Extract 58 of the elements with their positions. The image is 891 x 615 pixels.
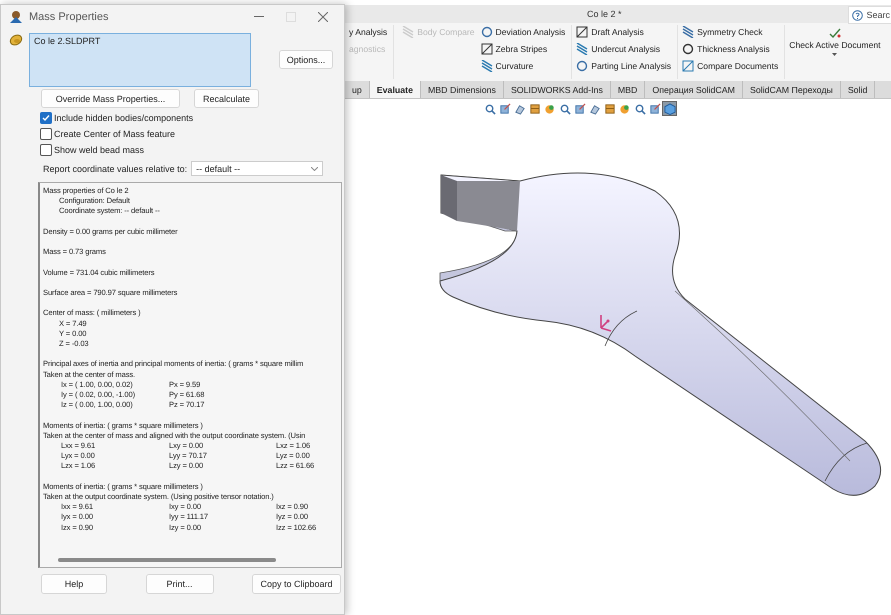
app-icon <box>9 10 23 24</box>
view-toolbar-icon[interactable] <box>648 102 661 115</box>
ribbon-item[interactable]: Deviation Analysis <box>480 25 566 39</box>
dropdown-caret-icon[interactable] <box>832 53 838 56</box>
ribbon-icon <box>480 26 493 38</box>
ribbon-item[interactable]: Thickness Analysis <box>682 42 778 56</box>
ribbon-icon <box>480 43 493 55</box>
checkbox-label: Show weld bead mass <box>54 145 144 155</box>
checkbox-label: Create Center of Mass feature <box>54 129 176 139</box>
selection-list[interactable]: Co le 2.SLDPRT <box>29 33 251 87</box>
ribbon-item[interactable]: Parting Line Analysis <box>576 59 672 73</box>
ribbon-item[interactable]: Curvature <box>480 59 566 73</box>
copy-button[interactable]: Copy to Clipboard <box>252 574 341 594</box>
recalculate-button[interactable]: Recalculate <box>194 89 259 108</box>
check-icon <box>828 28 841 38</box>
ribbon-item[interactable]: Zebra Stripes <box>480 42 566 56</box>
view-toolbar-icon[interactable] <box>663 102 676 115</box>
coordinate-label: Report coordinate values relative to: <box>43 164 188 174</box>
ribbon-icon <box>576 26 588 38</box>
triad-icon <box>600 314 612 332</box>
ribbon-icon <box>682 60 694 72</box>
dropdown-caret-icon <box>311 166 318 170</box>
ribbon-icon <box>682 43 694 55</box>
view-toolbar-icon[interactable] <box>528 102 541 115</box>
help-button[interactable]: Help <box>41 574 107 594</box>
ribbon-icon <box>480 60 493 72</box>
options-button[interactable]: Options... <box>279 50 333 69</box>
override-button[interactable]: Override Mass Properties... <box>41 89 180 108</box>
view-toolbar-icon[interactable] <box>603 102 616 115</box>
view-toolbar-icon[interactable] <box>558 102 571 115</box>
print-button[interactable]: Print... <box>146 574 214 594</box>
ribbon-item[interactable]: Undercut Analysis <box>576 42 672 56</box>
minimize-icon <box>254 16 264 18</box>
close-icon <box>318 12 328 22</box>
view-toolbar-icon[interactable] <box>633 102 646 115</box>
view-toolbar-icon[interactable] <box>573 102 586 115</box>
checkbox[interactable] <box>40 128 52 140</box>
ribbon-item[interactable]: Draft Analysis <box>576 25 672 39</box>
check-document-button[interactable]: Check Active Document <box>785 25 885 53</box>
ribbon-item[interactable]: Compare Documents <box>682 59 778 73</box>
view-toolbar-icon[interactable] <box>483 102 496 115</box>
ribbon-item[interactable]: Symmetry Check <box>682 25 778 39</box>
ribbon-icon <box>402 26 414 38</box>
ribbon-icon <box>576 60 588 72</box>
view-toolbar-icon[interactable] <box>498 102 511 115</box>
ribbon-item[interactable]: y Analysis <box>349 25 388 39</box>
checkbox-label: Include hidden bodies/components <box>54 113 194 123</box>
coordinate-dropdown[interactable]: -- default -- <box>191 161 324 176</box>
window-title: Mass Properties <box>29 11 110 23</box>
part-icon <box>9 33 23 47</box>
help-icon[interactable] <box>852 10 864 20</box>
ribbon-tab[interactable]: Evaluate <box>370 81 421 98</box>
document-title: Co le 2 * <box>587 9 622 19</box>
checkbox[interactable] <box>40 112 52 124</box>
ribbon-icon <box>576 43 588 55</box>
scrollbar-thumb[interactable] <box>58 558 276 562</box>
ribbon-icon <box>682 26 694 38</box>
checkbox[interactable] <box>40 144 52 156</box>
